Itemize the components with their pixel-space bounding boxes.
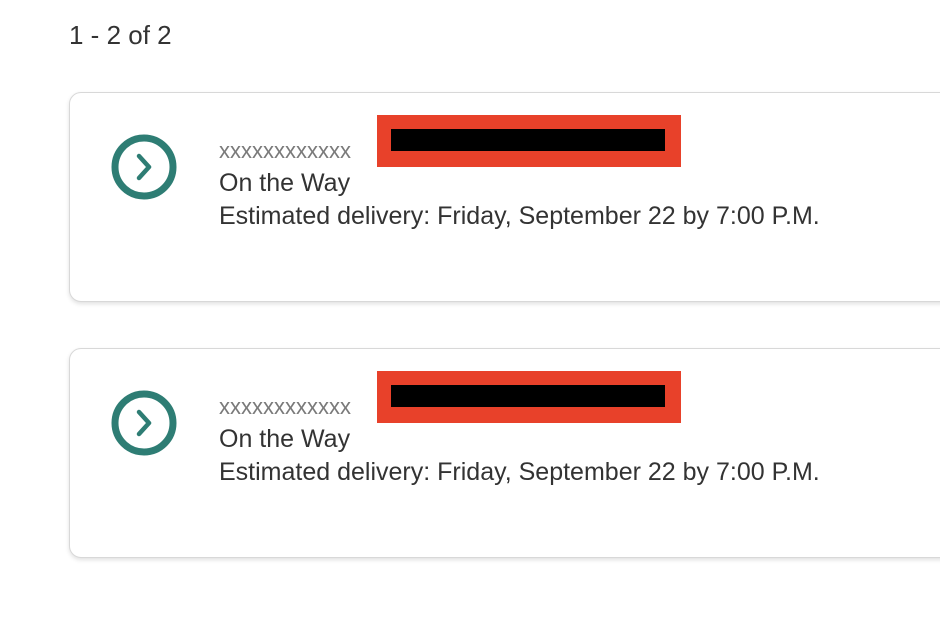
tracking-row: xxxxxxxxxxxx <box>219 371 820 423</box>
redaction-box <box>377 371 681 423</box>
shipment-status: On the Way <box>219 425 351 453</box>
shipment-details: xxxxxxxxxxxx On the Way Estimated delive… <box>219 371 820 489</box>
tracking-row: xxxxxxxxxxxx <box>219 115 820 167</box>
redaction-box <box>377 115 681 167</box>
shipment-card[interactable]: xxxxxxxxxxxx On the Way Estimated delive… <box>69 348 940 558</box>
estimated-delivery: Estimated delivery: Friday, September 22… <box>219 458 820 486</box>
results-count: 1 - 2 of 2 <box>69 20 172 50</box>
chevron-right-circle-icon[interactable] <box>110 389 178 457</box>
estimated-delivery: Estimated delivery: Friday, September 22… <box>219 202 820 230</box>
redaction-bar <box>391 385 665 407</box>
shipment-details: xxxxxxxxxxxx On the Way Estimated delive… <box>219 115 820 233</box>
chevron-right-circle-icon[interactable] <box>110 133 178 201</box>
shipment-card[interactable]: xxxxxxxxxxxx On the Way Estimated delive… <box>69 92 940 302</box>
tracking-number: xxxxxxxxxxxx <box>219 394 351 419</box>
shipment-status: On the Way <box>219 169 351 197</box>
tracking-number: xxxxxxxxxxxx <box>219 138 351 163</box>
redaction-bar <box>391 129 665 151</box>
